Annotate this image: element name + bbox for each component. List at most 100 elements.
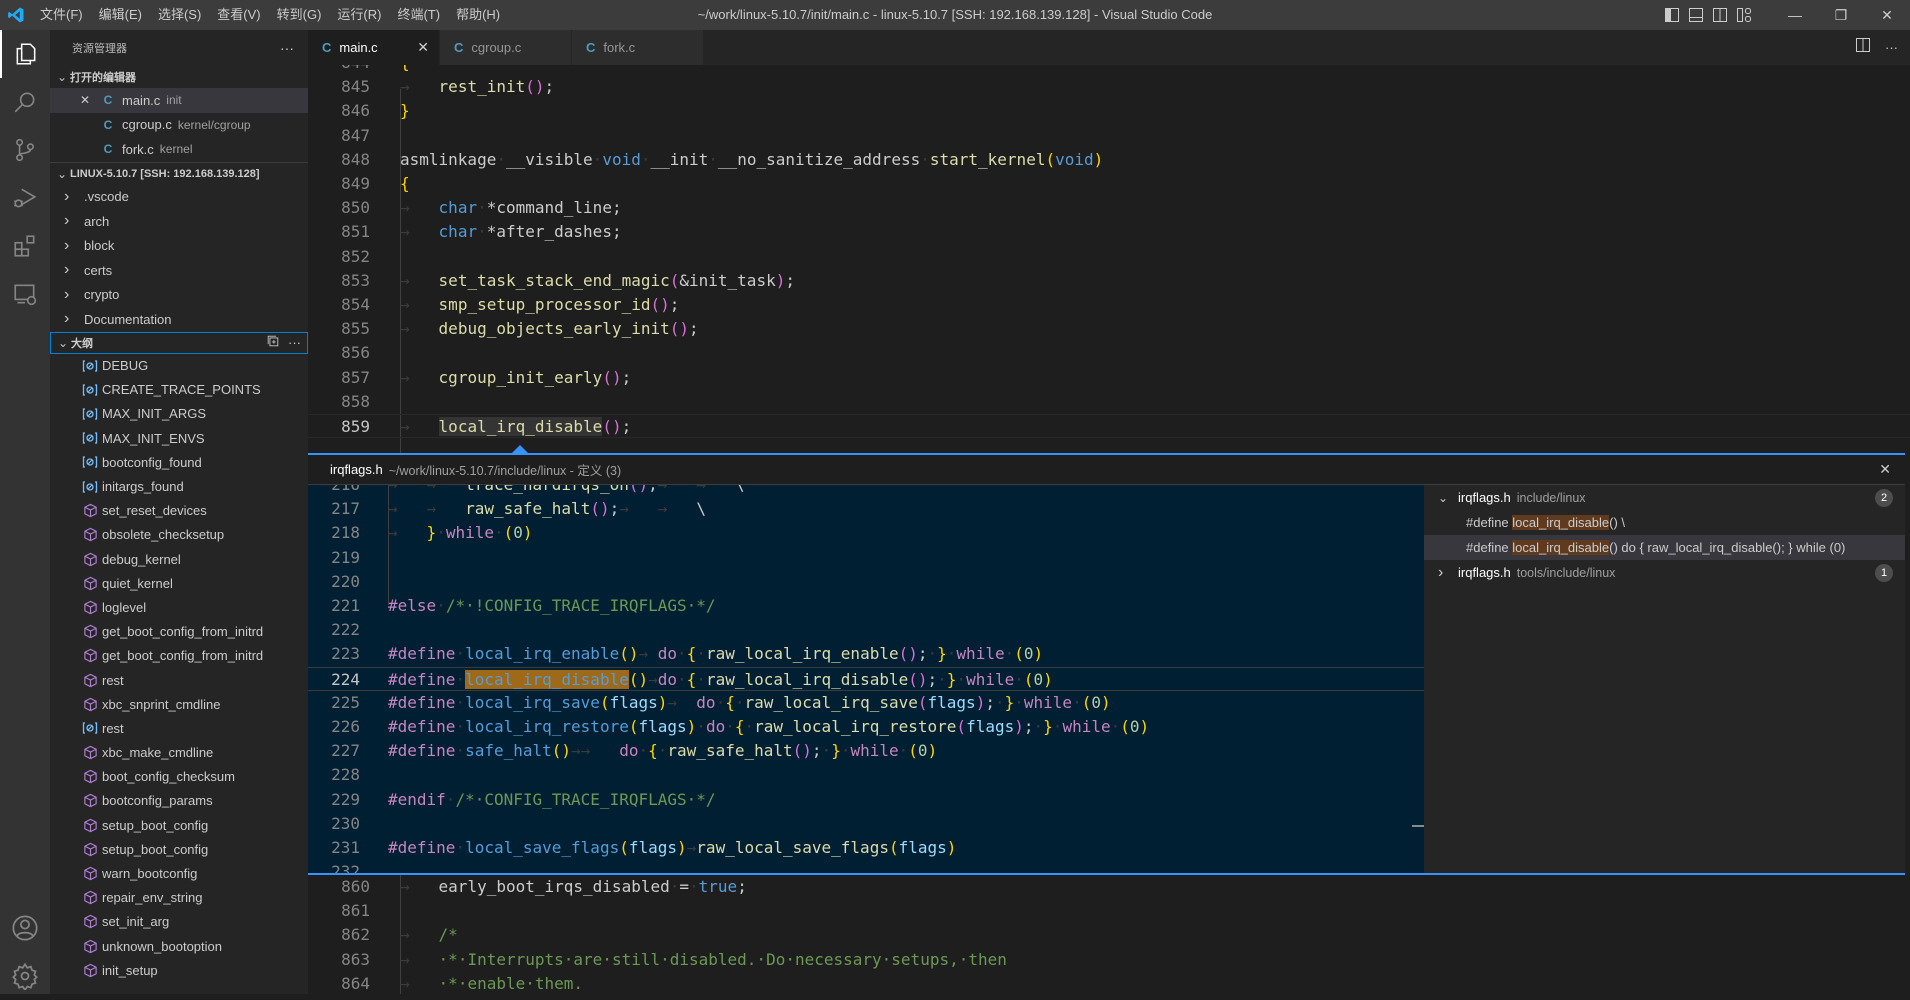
outline-symbol-name: setup_boot_config — [102, 817, 209, 833]
extensions-icon[interactable] — [0, 222, 50, 270]
menu-item[interactable]: 帮助(H) — [448, 0, 508, 30]
menu-item[interactable]: 终端(T) — [389, 0, 448, 30]
open-editors-section-header[interactable]: ⌄ 打开的编辑器 — [50, 66, 308, 88]
outline-item[interactable]: debug_kernel — [50, 547, 308, 571]
customize-layout-icon[interactable] — [1733, 0, 1755, 30]
folder-item[interactable]: › crypto — [50, 283, 308, 308]
code-line: 858 — [308, 390, 1910, 414]
menu-item[interactable]: 选择(S) — [150, 0, 209, 30]
settings-gear-icon[interactable] — [0, 952, 50, 1000]
folder-name: .vscode — [84, 189, 129, 205]
line-number: 229 — [331, 789, 360, 809]
outline-item[interactable]: initargs_found — [50, 474, 308, 498]
tab-label: cgroup.c — [471, 40, 522, 55]
code-editor-main[interactable]: 844{845→ rest_init();846}847848asmlinkag… — [308, 65, 1910, 453]
line-content: #define·local_irq_save(flags)→ do·{·raw_… — [388, 692, 1111, 712]
source-control-icon[interactable] — [0, 126, 50, 174]
menu-item[interactable]: 转到(G) — [269, 0, 330, 30]
menu-item[interactable]: 查看(V) — [209, 0, 268, 30]
code-line: 850 → char·*command_line; — [308, 196, 1910, 220]
outline-item[interactable]: unknown_bootoption — [50, 934, 308, 958]
search-icon[interactable] — [0, 78, 50, 126]
open-editor-item[interactable]: ✕ Cmain.c init — [50, 88, 308, 113]
outline-more-actions-button[interactable]: ··· — [288, 335, 301, 350]
menu-item[interactable]: 运行(R) — [329, 0, 389, 30]
account-icon[interactable] — [0, 904, 50, 952]
reference-file-group[interactable]: › irqflags.h tools/include/linux 1 — [1424, 560, 1905, 585]
outline-item[interactable]: DEBUG — [50, 354, 308, 378]
remote-explorer-icon[interactable] — [0, 270, 50, 318]
open-editor-item[interactable]: Cfork.c kernel — [50, 137, 308, 162]
line-content: → ·*·Interrupts·are·still·disabled.·Do·n… — [400, 949, 1007, 969]
code-editor-main-bottom[interactable]: 860 → early_boot_irqs_disabled·=·true; 861… — [308, 875, 1910, 994]
chevron-down-icon: ⌄ — [57, 335, 69, 350]
tab-main-c[interactable]: Cmain.c ✕ — [308, 30, 440, 65]
outline-item[interactable]: repair_env_string — [50, 886, 308, 910]
outline-item[interactable]: CREATE_TRACE_POINTS — [50, 378, 308, 402]
folder-item[interactable]: › certs — [50, 258, 308, 283]
menu-item[interactable]: 文件(F) — [32, 0, 91, 30]
folder-name: crypto — [84, 287, 120, 303]
close-editor-icon[interactable]: ✕ — [80, 93, 96, 107]
toggle-secondary-sidebar-icon[interactable] — [1709, 0, 1731, 30]
outline-item[interactable]: MAX_INIT_ARGS — [50, 402, 308, 426]
folder-item[interactable]: › block — [50, 234, 308, 259]
workspace-section-header[interactable]: ⌄ LINUX-5.10.7 [SSH: 192.168.139.128] — [50, 163, 308, 185]
reference-item[interactable]: #define local_irq_disable() do { raw_loc… — [1424, 535, 1905, 560]
outline-section-header[interactable]: ⌄ 大纲 ··· — [50, 331, 308, 354]
outline-item[interactable]: rest — [50, 668, 308, 692]
outline-item[interactable]: get_boot_config_from_initrd — [50, 644, 308, 668]
folder-item[interactable]: › .vscode — [50, 185, 308, 210]
title-bar: 文件(F) 编辑(E) 选择(S) 查看(V) 转到(G) 运行(R) 终端(T) 帮助(H)… — [0, 0, 1910, 30]
tab-cgroup-c[interactable]: Ccgroup.c — [440, 30, 572, 65]
split-editor-icon[interactable] — [1855, 37, 1871, 58]
peek-file-name[interactable]: irqflags.h — [330, 462, 383, 477]
outline-item[interactable]: set_init_arg — [50, 910, 308, 934]
run-debug-icon[interactable] — [0, 174, 50, 222]
open-editor-item[interactable]: Ccgroup.c kernel/cgroup — [50, 113, 308, 138]
outline-item[interactable]: obsolete_checksetup — [50, 523, 308, 547]
collapse-all-icon[interactable] — [266, 334, 280, 351]
line-content: → → trace_hardirqs_on();→ → \ — [388, 485, 744, 497]
explorer-title: 资源管理器 — [72, 43, 127, 55]
tab-close-button[interactable]: ✕ — [417, 39, 429, 56]
reference-count-badge: 1 — [1875, 563, 1893, 582]
explorer-more-actions-button[interactable]: ··· — [280, 40, 294, 56]
peek-code-editor[interactable]: 216 → → trace_hardirqs_on();→ → \ 217 → → r… — [308, 485, 1424, 873]
code-line: 231 #define·local_save_flags(flags)→raw_l… — [308, 836, 1424, 860]
toggle-primary-sidebar-icon[interactable] — [1661, 0, 1683, 30]
outline-item[interactable]: xbc_snprint_cmdline — [50, 692, 308, 716]
outline-item[interactable]: init_setup — [50, 958, 308, 982]
minimize-button[interactable]: — — [1772, 0, 1818, 30]
outline-item[interactable]: set_reset_devices — [50, 499, 308, 523]
outline-item[interactable]: setup_boot_config — [50, 813, 308, 837]
outline-item[interactable]: loglevel — [50, 595, 308, 619]
outline-item[interactable]: bootconfig_params — [50, 789, 308, 813]
outline-item[interactable]: boot_config_checksum — [50, 765, 308, 789]
tab-fork-c[interactable]: Cfork.c — [572, 30, 704, 65]
outline-symbol-name: warn_bootconfig — [102, 866, 198, 882]
folder-item[interactable]: › Documentation — [50, 307, 308, 332]
toggle-panel-icon[interactable] — [1685, 0, 1707, 30]
peek-close-button[interactable]: ✕ — [1879, 461, 1891, 478]
outline-item[interactable]: MAX_INIT_ENVS — [50, 426, 308, 450]
outline-item[interactable]: get_boot_config_from_initrd — [50, 620, 308, 644]
code-line: 852 — [308, 245, 1910, 269]
editor-more-actions-button[interactable]: ··· — [1885, 40, 1898, 55]
outline-item[interactable]: bootconfig_found — [50, 450, 308, 474]
reference-file-group[interactable]: ⌄ irqflags.h include/linux 2 — [1424, 485, 1905, 510]
outline-item[interactable]: setup_boot_config — [50, 837, 308, 861]
reference-item[interactable]: #define local_irq_disable() \ — [1424, 510, 1905, 535]
outline-item[interactable]: xbc_make_cmdline — [50, 741, 308, 765]
explorer-icon[interactable] — [0, 30, 50, 78]
line-number: 217 — [331, 499, 360, 519]
variable-symbol-icon — [82, 430, 98, 446]
outline-item[interactable]: quiet_kernel — [50, 571, 308, 595]
outline-item[interactable]: warn_bootconfig — [50, 861, 308, 885]
outline-item[interactable]: rest — [50, 716, 308, 740]
close-window-button[interactable]: ✕ — [1864, 0, 1910, 30]
restore-button[interactable]: ❐ — [1818, 0, 1864, 30]
menu-item[interactable]: 编辑(E) — [91, 0, 150, 30]
line-number: 225 — [331, 692, 360, 712]
folder-item[interactable]: › arch — [50, 209, 308, 234]
